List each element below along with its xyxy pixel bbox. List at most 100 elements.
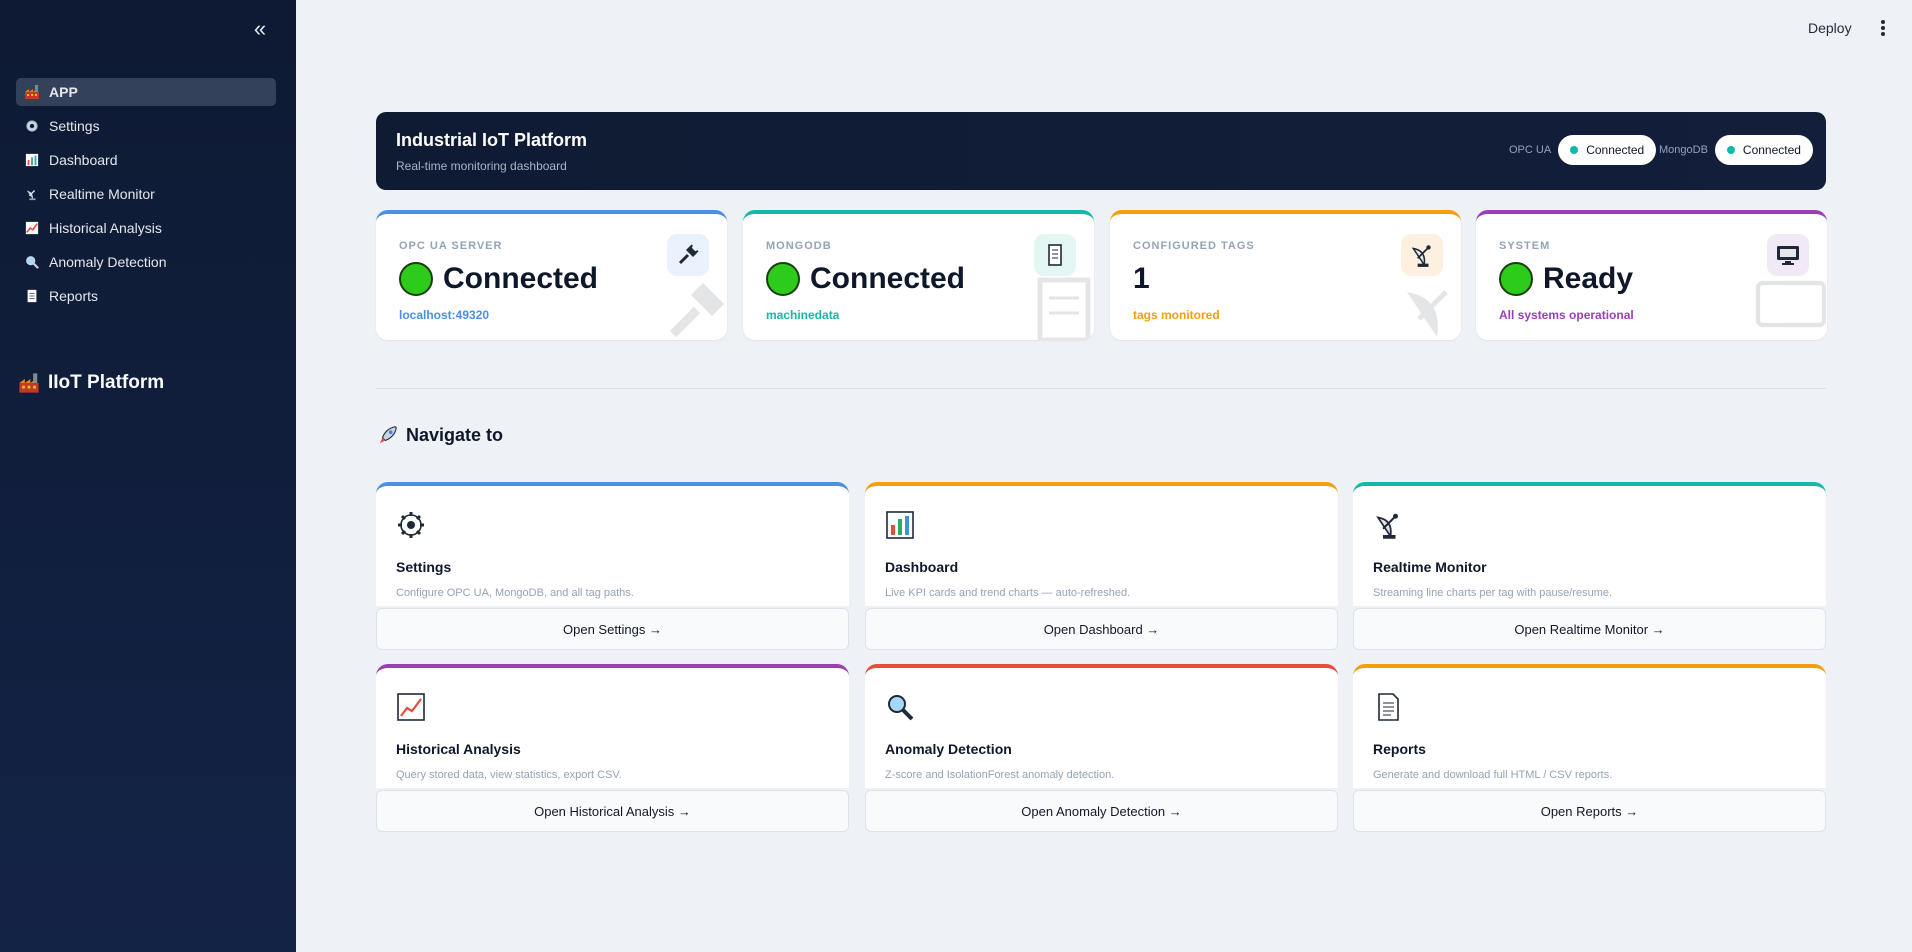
navigate-heading: Navigate to bbox=[376, 423, 503, 447]
sidebar-item-reports[interactable]: Reports bbox=[16, 282, 276, 310]
sidebar-item-label: Historical Analysis bbox=[49, 220, 162, 236]
gear-icon bbox=[24, 118, 40, 134]
nav-card-settings: Settings Configure OPC UA, MongoDB, and … bbox=[376, 482, 849, 606]
kpi-sub: All systems operational bbox=[1499, 308, 1634, 322]
open-historical-analysis-button[interactable]: Open Historical Analysis → bbox=[376, 790, 849, 832]
bar-chart-icon bbox=[885, 510, 917, 542]
nav-card-reports: Reports Generate and download full HTML … bbox=[1353, 664, 1826, 788]
nav-card-realtime-monitor: Realtime Monitor Streaming line charts p… bbox=[1353, 482, 1826, 606]
kpi-sub: machinedata bbox=[766, 308, 840, 322]
kpi-label: MONGODB bbox=[766, 240, 832, 252]
kpi-value: Connected bbox=[399, 262, 598, 296]
sidebar-item-label: Realtime Monitor bbox=[49, 186, 155, 202]
mongo-status-text: Connected bbox=[1742, 143, 1801, 157]
factory-icon bbox=[18, 372, 40, 394]
kpi-card-mongodb: MONGODB Connected machinedata bbox=[743, 210, 1094, 340]
mongo-status-badge: Connected bbox=[1714, 135, 1813, 165]
kpi-card-opc-ua: OPC UA SERVER Connected localhost:49320 bbox=[376, 210, 727, 340]
sidebar-item-anomaly-detection[interactable]: Anomaly Detection bbox=[16, 248, 276, 276]
satellite-dish-icon bbox=[1373, 510, 1405, 542]
kpi-value: Connected bbox=[766, 262, 965, 296]
brand-label: IIoT Platform bbox=[48, 372, 165, 393]
green-circle-icon bbox=[766, 262, 800, 296]
main-menu-icon[interactable] bbox=[1876, 18, 1890, 38]
kpi-label: CONFIGURED TAGS bbox=[1133, 240, 1255, 252]
kpi-value-text: Connected bbox=[810, 262, 966, 295]
open-reports-button[interactable]: Open Reports → bbox=[1353, 790, 1826, 832]
nav-card-title: Realtime Monitor bbox=[1373, 559, 1487, 575]
kpi-value-text: Ready bbox=[1543, 262, 1634, 295]
kpi-value: Ready bbox=[1499, 262, 1633, 296]
kpi-value: 1 bbox=[1133, 262, 1150, 296]
nav-card-title: Anomaly Detection bbox=[885, 741, 1012, 757]
kpi-value-text: Connected bbox=[443, 262, 599, 295]
kpi-label: OPC UA SERVER bbox=[399, 240, 503, 252]
nav-card-anomaly-detection: Anomaly Detection Z-score and IsolationF… bbox=[865, 664, 1338, 788]
magnifier-icon bbox=[24, 254, 40, 270]
nav-card-title: Settings bbox=[396, 559, 452, 575]
database-watermark-icon bbox=[1037, 277, 1091, 340]
satellite-dish-icon bbox=[24, 186, 40, 202]
status-dot-icon bbox=[1570, 146, 1579, 154]
open-settings-button[interactable]: Open Settings → bbox=[376, 608, 849, 650]
mongo-status-label: MongoDB bbox=[1659, 144, 1708, 156]
nav-card-title: Historical Analysis bbox=[396, 741, 521, 757]
opc-status-group: OPC UA Connected bbox=[1509, 135, 1657, 165]
opc-status-text: Connected bbox=[1586, 143, 1645, 157]
banner-title: Industrial IoT Platform bbox=[396, 130, 588, 150]
nav-card-desc: Configure OPC UA, MongoDB, and all tag p… bbox=[396, 587, 634, 599]
document-icon bbox=[24, 288, 40, 304]
trend-chart-icon bbox=[396, 692, 428, 724]
sidebar-nav: APP Settings Dashboard Realtime Monitor … bbox=[16, 78, 276, 316]
green-circle-icon bbox=[399, 262, 433, 296]
magnifier-icon bbox=[885, 692, 917, 724]
nav-card-dashboard: Dashboard Live KPI cards and trend chart… bbox=[865, 482, 1338, 606]
nav-card-desc: Query stored data, view statistics, expo… bbox=[396, 769, 622, 781]
opc-status-label: OPC UA bbox=[1509, 144, 1552, 156]
collapse-sidebar-icon[interactable]: « bbox=[248, 18, 272, 42]
status-dot-icon bbox=[1726, 146, 1735, 154]
open-anomaly-detection-button[interactable]: Open Anomaly Detection → bbox=[865, 790, 1338, 832]
rocket-icon bbox=[376, 423, 400, 447]
kpi-card-configured-tags: CONFIGURED TAGS 1 tags monitored bbox=[1110, 210, 1461, 340]
sidebar-item-app[interactable]: APP bbox=[16, 78, 276, 106]
banner-subtitle: Real-time monitoring dashboard bbox=[396, 159, 567, 173]
nav-card-desc: Z-score and IsolationForest anomaly dete… bbox=[885, 769, 1115, 781]
sidebar-item-settings[interactable]: Settings bbox=[16, 112, 276, 140]
mongo-status-group: MongoDB Connected bbox=[1659, 135, 1813, 165]
monitor-icon bbox=[1767, 234, 1809, 276]
sidebar-brand: IIoT Platform bbox=[18, 372, 164, 394]
gear-icon bbox=[396, 510, 428, 542]
kpi-sub: tags monitored bbox=[1133, 308, 1220, 322]
database-icon bbox=[1034, 234, 1076, 276]
kpi-sub: localhost:49320 bbox=[399, 308, 490, 322]
opc-status-badge: Connected bbox=[1558, 135, 1657, 165]
satellite-dish-icon bbox=[1401, 234, 1443, 276]
kpi-card-system: SYSTEM Ready All systems operational bbox=[1476, 210, 1827, 340]
bar-chart-icon bbox=[24, 152, 40, 168]
document-icon bbox=[1373, 692, 1405, 724]
sidebar-item-label: Anomaly Detection bbox=[49, 254, 167, 270]
trend-chart-icon bbox=[24, 220, 40, 236]
kpi-label: SYSTEM bbox=[1499, 240, 1551, 252]
sidebar-item-label: Dashboard bbox=[49, 152, 118, 168]
sidebar-item-label: Reports bbox=[49, 288, 99, 304]
monitor-watermark-icon bbox=[1755, 280, 1827, 328]
satellite-watermark-icon bbox=[1407, 290, 1448, 337]
navigate-heading-text: Navigate to bbox=[406, 424, 504, 445]
green-circle-icon bbox=[1499, 262, 1533, 296]
plug-icon bbox=[667, 234, 709, 276]
nav-card-desc: Live KPI cards and trend charts — auto-r… bbox=[885, 587, 1131, 599]
nav-card-historical-analysis: Historical Analysis Query stored data, v… bbox=[376, 664, 849, 788]
deploy-button[interactable]: Deploy bbox=[1808, 20, 1852, 36]
sidebar: « APP Settings Dashboard Realtime Monito… bbox=[0, 0, 296, 952]
factory-icon bbox=[24, 84, 40, 100]
sidebar-item-historical-analysis[interactable]: Historical Analysis bbox=[16, 214, 276, 242]
sidebar-item-dashboard[interactable]: Dashboard bbox=[16, 146, 276, 174]
open-realtime-monitor-button[interactable]: Open Realtime Monitor → bbox=[1353, 608, 1826, 650]
sidebar-item-realtime-monitor[interactable]: Realtime Monitor bbox=[16, 180, 276, 208]
header-banner: Industrial IoT Platform Real-time monito… bbox=[376, 112, 1826, 190]
open-dashboard-button[interactable]: Open Dashboard → bbox=[865, 608, 1338, 650]
kpi-value-text: 1 bbox=[1133, 262, 1150, 295]
plug-watermark-icon bbox=[669, 283, 724, 338]
